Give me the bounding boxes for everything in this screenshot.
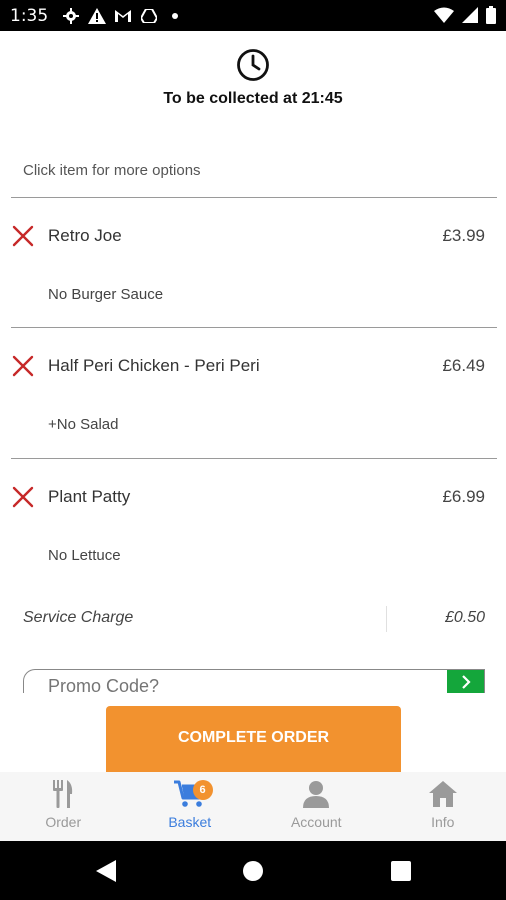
bottom-tab-bar: Order 6 Basket Account Info [0, 772, 506, 841]
item-price: £6.99 [442, 487, 485, 506]
tab-info[interactable]: Info [380, 772, 506, 841]
status-right [434, 6, 496, 29]
back-button[interactable] [94, 859, 118, 883]
battery-icon [486, 6, 496, 29]
person-icon [303, 781, 330, 808]
item-price: £6.49 [442, 356, 485, 375]
tab-label: Basket [168, 814, 212, 830]
item-name: Retro Joe [48, 226, 122, 245]
tab-basket[interactable]: 6 Basket [127, 772, 254, 841]
basket-count-badge: 6 [192, 780, 213, 800]
divider [11, 197, 497, 198]
service-charge-label: Service Charge [23, 609, 134, 626]
remove-item-icon[interactable] [11, 485, 35, 509]
chevron-right-icon [461, 675, 471, 689]
collection-time-text: To be collected at 21:45 [163, 90, 343, 107]
divider [11, 458, 497, 459]
remove-item-icon[interactable] [11, 354, 35, 378]
promo-code-input[interactable] [48, 676, 428, 693]
separator [386, 606, 387, 632]
divider [11, 327, 497, 328]
basket-hint: Click item for more options [23, 162, 201, 179]
house-icon [428, 781, 457, 807]
promo-submit-button[interactable] [447, 670, 484, 693]
clock-icon [237, 49, 269, 81]
tab-label: Account [290, 814, 342, 830]
promo-code-field[interactable] [23, 669, 485, 693]
item-name: Plant Patty [48, 487, 131, 506]
drive-icon [140, 7, 158, 25]
tab-account[interactable]: Account [253, 772, 380, 841]
back-triangle-icon [96, 860, 116, 882]
item-price: £3.99 [442, 226, 485, 245]
item-modifier: +No Salad [48, 416, 119, 433]
item-modifier: No Burger Sauce [48, 286, 164, 303]
wifi-icon [434, 7, 454, 28]
home-circle-icon [243, 861, 263, 881]
recents-square-icon [391, 861, 411, 881]
item-modifier: No Lettuce [48, 547, 121, 564]
item-name: Half Peri Chicken - Peri Peri [48, 356, 260, 375]
remove-item-icon[interactable] [11, 224, 35, 248]
dot-icon [166, 7, 184, 25]
warning-icon [88, 7, 107, 25]
complete-order-button[interactable]: COMPLETE ORDER [106, 706, 401, 772]
system-navigation-bar [0, 841, 506, 900]
signal-icon [462, 7, 478, 28]
status-bar: 1:35 [0, 0, 506, 31]
service-charge-price: £0.50 [444, 609, 485, 626]
gear-icon [62, 7, 80, 25]
status-time: 1:35 [10, 5, 49, 26]
tab-label: Order [45, 814, 82, 830]
tab-label: Info [431, 814, 455, 830]
home-button[interactable] [241, 859, 265, 883]
gmail-icon [114, 7, 132, 25]
tab-order[interactable]: Order [0, 772, 127, 841]
fork-knife-icon [53, 780, 73, 808]
collection-info: To be collected at 21:45 [0, 48, 506, 108]
recents-button[interactable] [389, 859, 413, 883]
